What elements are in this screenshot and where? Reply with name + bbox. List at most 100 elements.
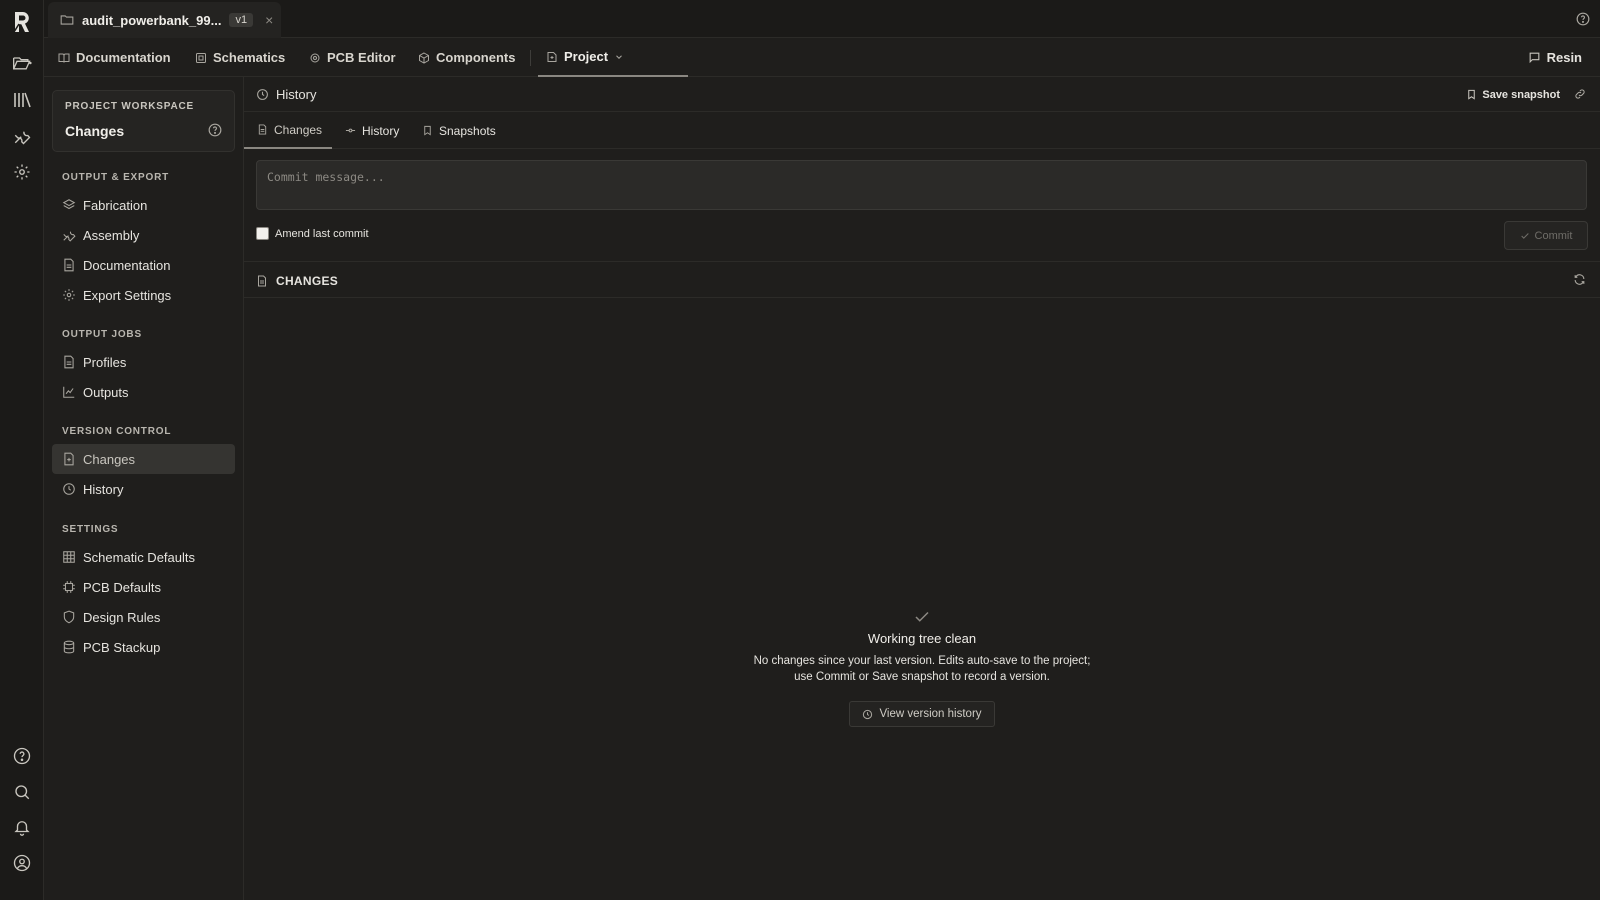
sidebar-item-schematic-defaults[interactable]: Schematic Defaults: [52, 542, 235, 572]
sidebar-item-pcb-defaults[interactable]: PCB Defaults: [52, 572, 235, 602]
bookmark-icon: [1468, 89, 1476, 100]
empty-state-description: No changes since your last version. Edit…: [753, 655, 1091, 683]
search-icon[interactable]: [11, 781, 33, 803]
sidebar-item-outputs[interactable]: Outputs: [52, 377, 235, 407]
clock-icon: [863, 709, 873, 719]
tab-pcb-editor[interactable]: PCB Editor: [309, 38, 396, 77]
amend-checkbox[interactable]: [256, 227, 269, 240]
section-title-settings: SETTINGS: [62, 524, 119, 535]
library-icon[interactable]: [11, 89, 33, 111]
sidebar-item-documentation[interactable]: Documentation: [52, 250, 235, 280]
sidebar-item-label: Assembly: [83, 227, 140, 243]
sidebar-item-profiles[interactable]: Profiles: [52, 347, 235, 377]
grid-icon: [63, 551, 75, 563]
commit-message-box: [256, 160, 1587, 210]
panel-title-text: History: [276, 87, 317, 102]
commit-icon: [345, 128, 356, 133]
tab-label: Project: [564, 49, 609, 64]
save-snapshot-button[interactable]: Save snapshot: [1466, 77, 1560, 112]
database-icon: [63, 640, 75, 654]
sidebar-item-export-settings[interactable]: Export Settings: [52, 280, 235, 310]
subtab-bar: Changes History Snapshots: [244, 112, 1600, 149]
app-logo-icon[interactable]: [11, 11, 33, 33]
subtab-changes[interactable]: Changes: [244, 112, 332, 149]
check-icon: [1520, 232, 1529, 239]
chevron-down-icon: [616, 54, 622, 59]
sidebar-item-label: Design Rules: [83, 609, 161, 625]
nav-divider: [530, 50, 531, 66]
amend-label: Amend last commit: [275, 227, 369, 240]
version-badge: v1: [229, 13, 254, 27]
wrench-icon[interactable]: [11, 125, 33, 147]
main-nav: Documentation Schematics PCB Editor Comp…: [44, 38, 1600, 77]
help-circle-icon[interactable]: [11, 745, 33, 767]
close-tab-icon[interactable]: ×: [265, 12, 273, 28]
sidebar-item-fabrication[interactable]: Fabrication: [52, 190, 235, 220]
tab-label: Documentation: [76, 50, 171, 65]
commit-label: Commit: [1534, 229, 1573, 242]
main-panel: History Save snapshot Changes History Sn…: [244, 77, 1600, 900]
file-name: audit_powerbank_99...: [82, 12, 222, 28]
help-icon[interactable]: [1576, 12, 1590, 26]
subtab-label: Snapshots: [439, 123, 496, 138]
empty-state: Working tree clean No changes since your…: [244, 298, 1600, 900]
folder-open-icon[interactable]: [11, 52, 33, 74]
workspace-value: Changes: [65, 123, 125, 139]
tab-label: Components: [436, 50, 516, 65]
sidebar-item-label: Schematic Defaults: [83, 549, 195, 565]
empty-state-title: Working tree clean: [867, 631, 977, 646]
sidebar-item-label: PCB Defaults: [83, 579, 162, 595]
help-circle-icon[interactable]: [208, 123, 222, 137]
tab-documentation[interactable]: Documentation: [58, 38, 171, 77]
project-sidebar: PROJECT WORKSPACE Changes OUTPUT & EXPOR…: [44, 77, 244, 900]
commit-message-input[interactable]: [267, 170, 1576, 200]
subtab-label: History: [362, 123, 400, 138]
link-icon[interactable]: [1574, 88, 1586, 100]
view-version-history-button[interactable]: View version history: [849, 701, 995, 727]
subtab-label: Changes: [274, 122, 323, 137]
chart-icon: [63, 386, 75, 398]
workspace-card: PROJECT WORKSPACE Changes: [52, 90, 235, 152]
sidebar-item-history[interactable]: History: [52, 474, 235, 504]
amend-option[interactable]: Amend last commit: [256, 227, 369, 240]
tab-components[interactable]: Components: [418, 38, 515, 77]
user-account-icon[interactable]: [11, 852, 33, 874]
gear-icon: [63, 289, 75, 301]
clock-icon: [257, 89, 268, 100]
subtab-snapshots[interactable]: Snapshots: [422, 112, 496, 149]
sidebar-item-label: PCB Stackup: [83, 639, 161, 655]
file-tab[interactable]: audit_powerbank_99... v1 ×: [48, 2, 281, 38]
file-icon: [258, 124, 267, 135]
file-icon: [258, 275, 266, 286]
tab-project[interactable]: Project: [538, 38, 688, 77]
tab-label: Schematics: [213, 50, 286, 65]
sidebar-item-pcb-stackup[interactable]: PCB Stackup: [52, 632, 235, 662]
sidebar-item-assembly[interactable]: Assembly: [52, 220, 235, 250]
refresh-icon[interactable]: [1573, 273, 1586, 286]
folder-icon: [60, 15, 74, 25]
schematic-icon: [196, 52, 206, 63]
layers-icon: [62, 199, 76, 210]
resin-button[interactable]: Resin: [1528, 38, 1582, 77]
bell-icon[interactable]: [11, 816, 33, 838]
chip-icon: [63, 581, 75, 593]
chip-icon: [310, 53, 320, 62]
clock-icon: [63, 483, 75, 495]
file-text-icon: [64, 355, 74, 369]
sidebar-item-label: Outputs: [83, 384, 129, 400]
settings-gear-icon[interactable]: [11, 161, 33, 183]
sidebar-item-changes[interactable]: Changes: [52, 444, 235, 474]
changes-title-text: CHANGES: [276, 273, 339, 288]
sidebar-item-label: Profiles: [83, 354, 127, 370]
tab-schematics[interactable]: Schematics: [195, 38, 285, 77]
commit-button[interactable]: Commit: [1504, 221, 1588, 250]
sidebar-item-label: Documentation: [83, 257, 171, 273]
chat-icon: [1529, 52, 1539, 64]
project-icon: [547, 51, 557, 62]
subtab-history[interactable]: History: [345, 112, 399, 149]
title-bar: audit_powerbank_99... v1 ×: [44, 0, 1600, 38]
sidebar-item-design-rules[interactable]: Design Rules: [52, 602, 235, 632]
sidebar-item-label: Export Settings: [83, 287, 172, 303]
cube-icon: [419, 51, 429, 64]
workspace-label: PROJECT WORKSPACE: [65, 101, 194, 112]
